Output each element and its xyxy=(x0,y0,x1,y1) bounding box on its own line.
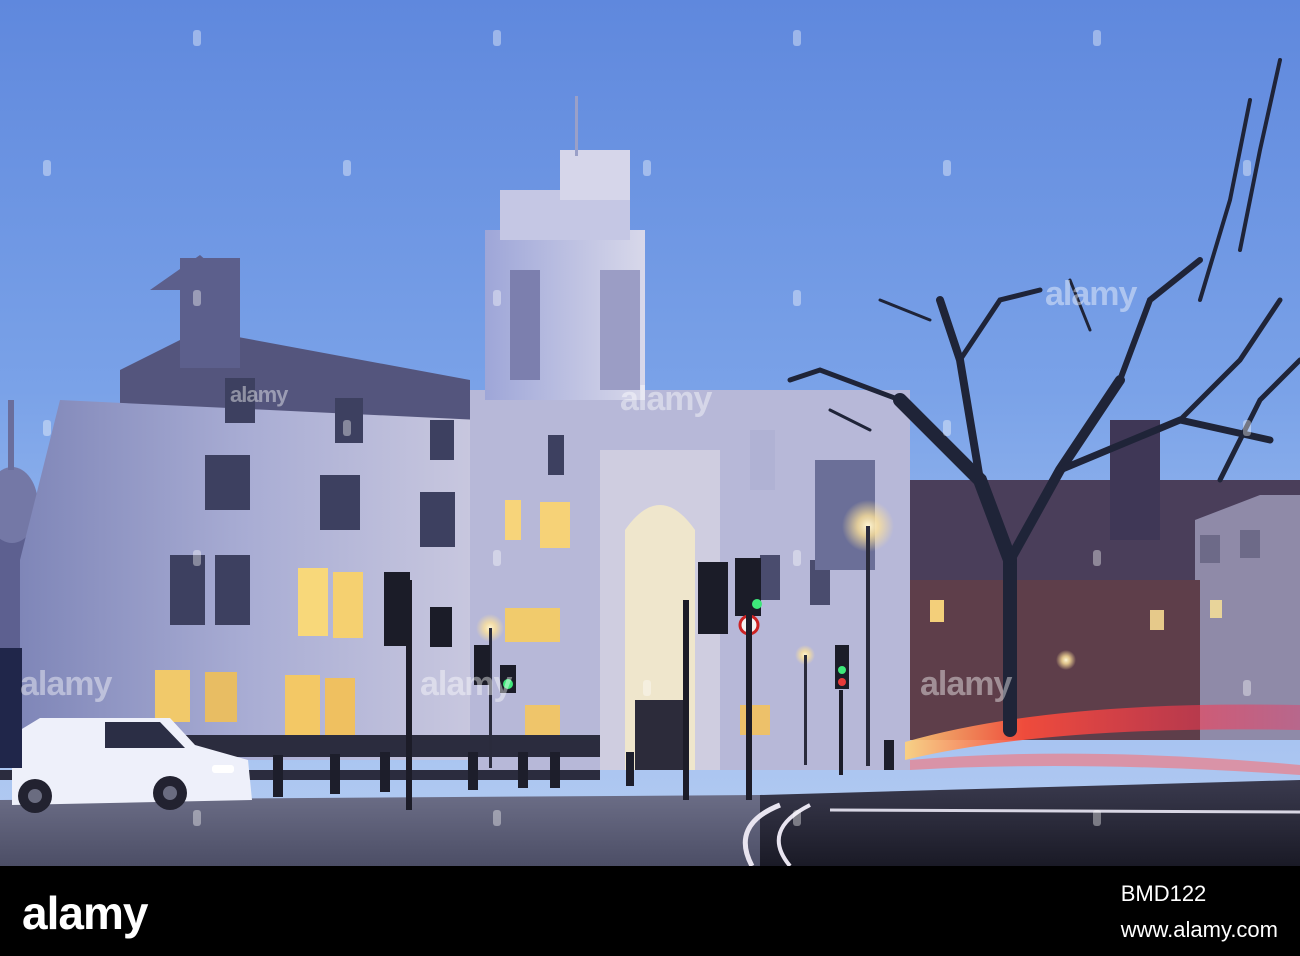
photo-scene: alamy alamy alamy alamy alamy alamy xyxy=(0,0,1300,866)
watermark-mark xyxy=(643,160,651,176)
watermark-mark xyxy=(1243,160,1251,176)
watermark-mark xyxy=(193,30,201,46)
watermark-mark xyxy=(343,160,351,176)
watermark-mark xyxy=(793,810,801,826)
image-id: BMD122 xyxy=(1120,881,1207,906)
watermark-text: alamy xyxy=(620,380,712,418)
watermark-mark xyxy=(793,30,801,46)
watermark-mark xyxy=(43,420,51,436)
watermark-mark xyxy=(1093,810,1101,826)
watermark-text: alamy xyxy=(920,665,1012,703)
watermark-text: alamy xyxy=(20,665,112,703)
road xyxy=(760,780,1300,866)
bus-edge xyxy=(0,648,22,768)
watermark-mark xyxy=(193,550,201,566)
watermark-mark xyxy=(343,420,351,436)
stock-photo-frame: alamy alamy alamy alamy alamy alamy alam… xyxy=(0,0,1300,956)
watermark-mark xyxy=(643,680,651,696)
watermark-mark xyxy=(43,160,51,176)
watermark-mark xyxy=(793,550,801,566)
watermark-mark xyxy=(1093,550,1101,566)
watermark-mark xyxy=(943,420,951,436)
image-info: BMD122 www.alamy.com xyxy=(1121,876,1278,948)
watermark-mark xyxy=(193,810,201,826)
watermark-mark xyxy=(1243,680,1251,696)
watermark-mark xyxy=(493,810,501,826)
alamy-logo: alamy xyxy=(22,887,148,939)
watermark-text: alamy xyxy=(1045,275,1137,313)
watermark-mark xyxy=(943,160,951,176)
footer-bar: alamy BMD122 www.alamy.com xyxy=(0,866,1300,956)
watermark-mark xyxy=(793,290,801,306)
watermark-mark xyxy=(1243,420,1251,436)
watermark-text: alamy xyxy=(420,665,512,703)
site-url: www.alamy.com xyxy=(1120,917,1278,942)
watermark-mark xyxy=(493,30,501,46)
watermark-mark xyxy=(193,290,201,306)
scene-illustration xyxy=(0,0,1300,866)
watermark-text: alamy xyxy=(230,382,288,407)
watermark-mark xyxy=(493,550,501,566)
watermark-mark xyxy=(493,290,501,306)
watermark-mark xyxy=(1093,30,1101,46)
